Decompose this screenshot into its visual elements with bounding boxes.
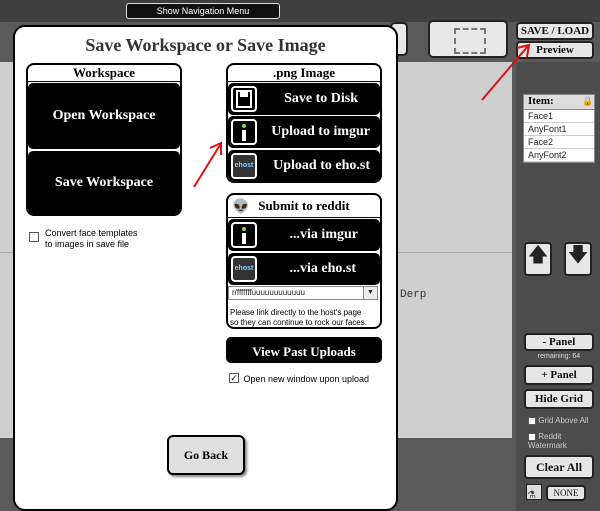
arrow-to-save-load <box>481 43 531 101</box>
arrow-to-imgur <box>193 141 222 188</box>
annotation-arrows <box>193 43 531 188</box>
